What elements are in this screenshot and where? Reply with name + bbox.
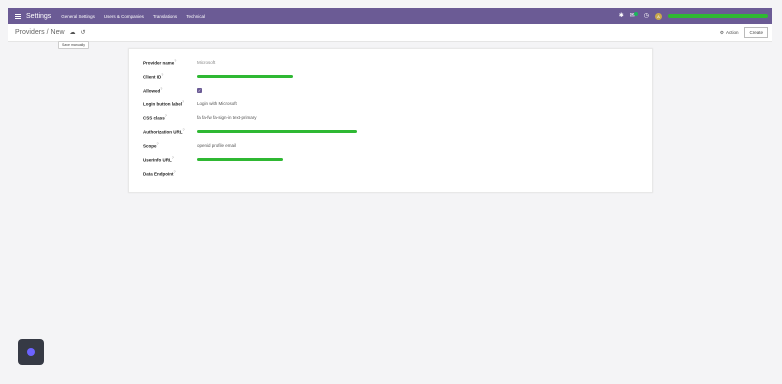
gear-icon: ⚙ — [719, 29, 724, 35]
app-name[interactable]: Settings — [26, 13, 51, 20]
clock-icon[interactable]: ◷ — [644, 13, 649, 19]
menu-technical[interactable]: Technical — [186, 14, 205, 19]
avatar[interactable]: A — [655, 12, 662, 20]
control-actions: ⚙ Action Create — [720, 27, 772, 38]
userinfo-url-input-redacted[interactable] — [197, 157, 283, 161]
save-cloud-icon[interactable]: ☁ — [70, 29, 76, 36]
create-button[interactable]: Create — [744, 27, 768, 38]
discard-icon[interactable]: ↺ — [81, 29, 86, 36]
authorization-url-input-redacted[interactable] — [197, 129, 357, 133]
chat-dot-icon — [27, 348, 35, 356]
client-id-input-redacted[interactable] — [197, 74, 293, 78]
field-authorization-url: Authorization URL? — [143, 128, 357, 135]
menu-translations[interactable]: Translations — [153, 14, 177, 19]
field-label: Allowed? — [143, 87, 163, 94]
field-login-button-label: Login button label? Login with Microsoft — [143, 100, 237, 107]
field-css-class: CSS class? fa fa-fw fa-sign-in text-prim… — [143, 114, 257, 121]
save-tooltip: Save manually — [58, 41, 89, 49]
field-userinfo-url: UserInfo URL? — [143, 156, 283, 163]
field-label: Data Endpoint? — [143, 170, 176, 177]
field-label: Scope? — [143, 142, 159, 149]
field-label: Provider name? — [143, 59, 177, 66]
field-scope: Scope? openid profile email — [143, 142, 236, 149]
apps-menu-icon[interactable] — [15, 13, 21, 19]
breadcrumb: Providers / New — [15, 29, 65, 36]
css-class-input[interactable]: fa fa-fw fa-sign-in text-primary — [197, 115, 257, 120]
action-label: Action — [725, 30, 739, 35]
field-provider-name: Provider name? Microsoft — [143, 59, 215, 66]
field-data-endpoint: Data Endpoint? — [143, 170, 197, 177]
field-label: Authorization URL? — [143, 128, 185, 135]
top-navbar: Settings General Settings Users & Compan… — [8, 8, 772, 24]
field-label: CSS class? — [143, 114, 167, 121]
form-sheet: Provider name? Microsoft Client ID? Allo… — [128, 48, 653, 193]
menu-general-settings[interactable]: General Settings — [61, 14, 95, 19]
action-button[interactable]: ⚙ Action — [720, 30, 739, 36]
notification-badge — [633, 11, 638, 16]
field-label: Login button label? — [143, 100, 185, 107]
floating-chat-button[interactable] — [18, 339, 44, 365]
field-label: Client ID? — [143, 73, 164, 80]
field-label: UserInfo URL? — [143, 156, 174, 163]
provider-name-input[interactable]: Microsoft — [197, 60, 215, 65]
field-client-id: Client ID? — [143, 73, 293, 80]
breadcrumb-current: New — [50, 29, 65, 36]
login-button-label-input[interactable]: Login with Microsoft — [197, 101, 237, 106]
scope-input[interactable]: openid profile email — [197, 143, 236, 148]
control-panel: Providers / New ☁ ↺ ⚙ Action Create — [8, 24, 772, 42]
breadcrumb-separator: / — [46, 29, 49, 36]
user-name-redacted[interactable] — [668, 14, 768, 18]
bug-icon[interactable]: ✱ — [619, 13, 624, 19]
menu-users-companies[interactable]: Users & Companies — [104, 14, 144, 19]
main-menu: General Settings Users & Companies Trans… — [61, 14, 205, 19]
allowed-checkbox[interactable]: ✓ — [197, 87, 202, 93]
field-allowed: Allowed? ✓ — [143, 87, 202, 94]
breadcrumb-parent[interactable]: Providers — [15, 29, 45, 36]
systray: ✱ ✉ ◷ A — [619, 11, 772, 20]
